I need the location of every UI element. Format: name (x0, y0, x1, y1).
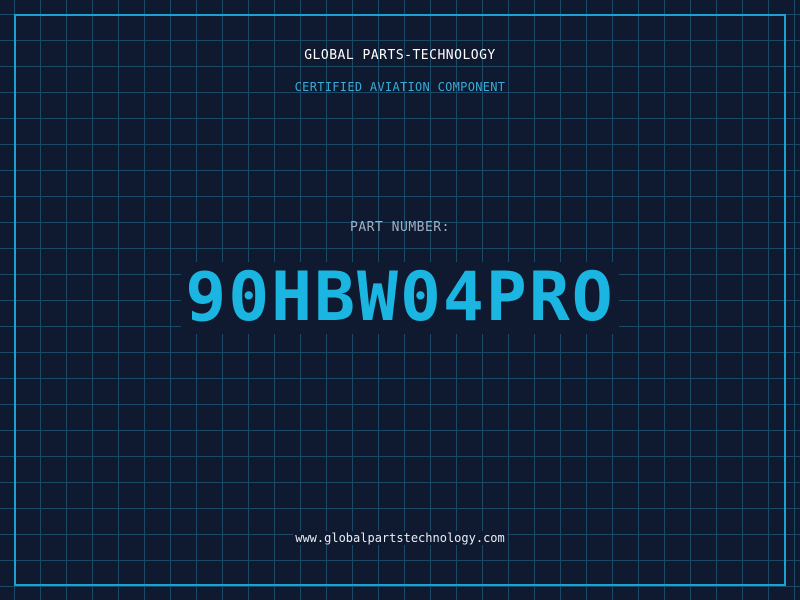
part-number-container: 90HBW04PRO (0, 262, 800, 334)
part-number-value: 90HBW04PRO (181, 262, 619, 334)
part-number-label: PART NUMBER: (350, 220, 450, 235)
company-name: GLOBAL PARTS-TECHNOLOGY (304, 48, 496, 63)
certification-subtitle: CERTIFIED AVIATION COMPONENT (294, 80, 506, 94)
website-url[interactable]: www.globalpartstechnology.com (293, 531, 507, 545)
footer: www.globalpartstechnology.com (0, 531, 800, 545)
